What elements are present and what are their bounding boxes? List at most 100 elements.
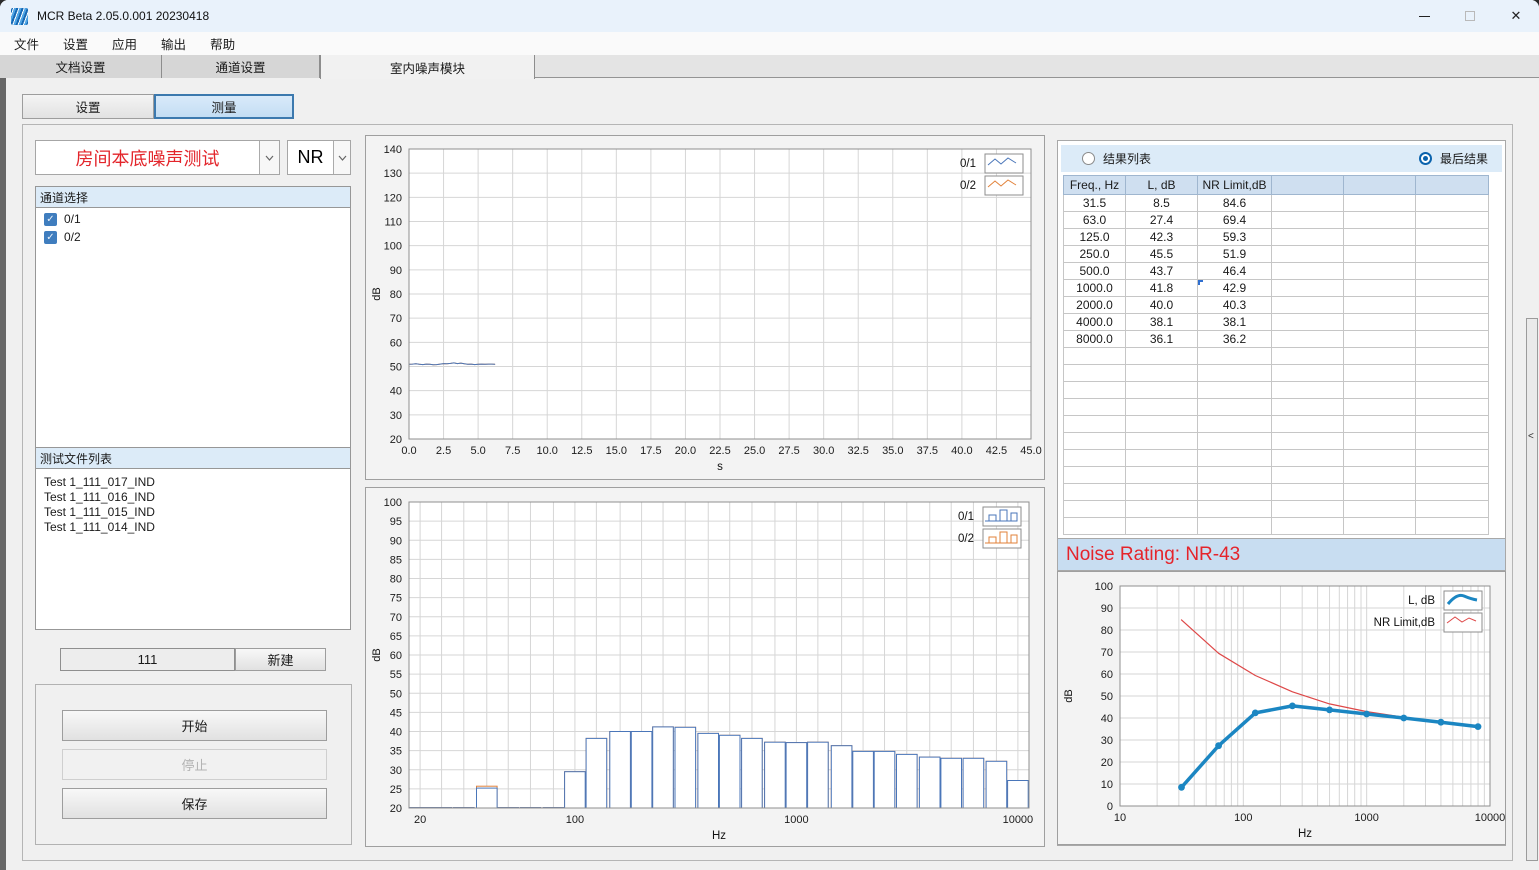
test-file-item[interactable]: Test 1_111_017_IND — [36, 475, 350, 490]
table-row[interactable] — [1064, 348, 1489, 365]
table-cell[interactable] — [1064, 467, 1126, 484]
table-cell[interactable] — [1064, 484, 1126, 501]
table-cell[interactable] — [1416, 212, 1489, 229]
table-cell[interactable] — [1198, 416, 1272, 433]
table-cell[interactable] — [1344, 484, 1416, 501]
table-cell[interactable] — [1126, 433, 1198, 450]
table-cell[interactable]: 36.1 — [1126, 331, 1198, 348]
table-row[interactable] — [1064, 450, 1489, 467]
table-cell[interactable] — [1064, 399, 1126, 416]
table-cell[interactable]: 31.5 — [1064, 195, 1126, 212]
table-cell[interactable] — [1416, 331, 1489, 348]
table-row[interactable]: 63.027.469.4 — [1064, 212, 1489, 229]
table-cell[interactable] — [1416, 535, 1489, 536]
table-cell[interactable] — [1272, 365, 1344, 382]
test-file-item[interactable]: Test 1_111_015_IND — [36, 505, 350, 520]
table-cell[interactable] — [1416, 399, 1489, 416]
table-row[interactable]: 2000.040.040.3 — [1064, 297, 1489, 314]
table-cell[interactable] — [1272, 314, 1344, 331]
table-cell[interactable] — [1344, 314, 1416, 331]
results-list-radio[interactable] — [1082, 152, 1095, 165]
table-cell[interactable]: 1000.0 — [1064, 280, 1126, 297]
table-cell[interactable] — [1126, 382, 1198, 399]
chevron-down-icon[interactable] — [259, 141, 279, 174]
table-row[interactable]: 250.045.551.9 — [1064, 246, 1489, 263]
table-cell[interactable] — [1272, 297, 1344, 314]
table-row[interactable] — [1064, 365, 1489, 382]
table-row[interactable] — [1064, 535, 1489, 536]
table-cell[interactable] — [1064, 501, 1126, 518]
table-cell[interactable]: 36.2 — [1198, 331, 1272, 348]
table-cell[interactable] — [1416, 450, 1489, 467]
menu-item-settings[interactable]: 设置 — [51, 32, 100, 55]
table-cell[interactable] — [1344, 280, 1416, 297]
table-cell[interactable] — [1416, 518, 1489, 535]
table-cell[interactable]: 40.3 — [1198, 297, 1272, 314]
table-cell[interactable] — [1198, 348, 1272, 365]
table-row[interactable]: 125.042.359.3 — [1064, 229, 1489, 246]
table-cell[interactable] — [1344, 467, 1416, 484]
tab-document-settings[interactable]: 文档设置 — [0, 55, 162, 78]
table-cell[interactable] — [1416, 195, 1489, 212]
table-cell[interactable] — [1344, 433, 1416, 450]
right-collapse-handle[interactable]: < — [1526, 318, 1538, 861]
table-row[interactable] — [1064, 399, 1489, 416]
table-cell[interactable] — [1272, 450, 1344, 467]
table-cell[interactable] — [1272, 416, 1344, 433]
table-cell[interactable]: 69.4 — [1198, 212, 1272, 229]
menu-item-output[interactable]: 输出 — [149, 32, 198, 55]
menu-item-file[interactable]: 文件 — [2, 32, 51, 55]
table-cell[interactable] — [1198, 484, 1272, 501]
table-cell[interactable] — [1198, 382, 1272, 399]
table-cell[interactable] — [1344, 263, 1416, 280]
table-row[interactable] — [1064, 501, 1489, 518]
stop-button[interactable]: 停止 — [62, 749, 327, 780]
table-cell[interactable] — [1344, 331, 1416, 348]
last-result-radio[interactable] — [1419, 152, 1432, 165]
table-cell[interactable] — [1064, 518, 1126, 535]
start-button[interactable]: 开始 — [62, 710, 327, 741]
table-cell[interactable] — [1272, 433, 1344, 450]
table-row[interactable] — [1064, 382, 1489, 399]
table-cell[interactable] — [1198, 501, 1272, 518]
subtab-settings[interactable]: 设置 — [22, 94, 154, 119]
table-cell[interactable] — [1064, 433, 1126, 450]
maximize-button[interactable] — [1447, 0, 1493, 32]
tab-channel-settings[interactable]: 通道设置 — [162, 55, 320, 78]
table-cell[interactable] — [1272, 399, 1344, 416]
table-cell[interactable]: 46.4 — [1198, 263, 1272, 280]
table-cell[interactable] — [1344, 297, 1416, 314]
tab-room-noise-module[interactable]: 室内噪声模块 — [320, 55, 535, 79]
table-cell[interactable]: 45.5 — [1126, 246, 1198, 263]
table-cell[interactable] — [1126, 535, 1198, 536]
table-cell[interactable]: 41.8 — [1126, 280, 1198, 297]
rating-type-select[interactable]: NR — [287, 140, 351, 175]
table-cell[interactable] — [1272, 382, 1344, 399]
table-cell[interactable]: 2000.0 — [1064, 297, 1126, 314]
table-cell[interactable] — [1416, 229, 1489, 246]
subtab-measure[interactable]: 测量 — [154, 94, 294, 119]
new-button[interactable]: 新建 — [235, 648, 326, 671]
minimize-button[interactable] — [1401, 0, 1447, 32]
close-button[interactable]: ✕ — [1493, 0, 1539, 32]
table-cell[interactable] — [1272, 467, 1344, 484]
table-row[interactable] — [1064, 467, 1489, 484]
checkbox-checked-icon[interactable]: ✓ — [44, 213, 57, 226]
table-cell[interactable] — [1064, 416, 1126, 433]
table-row[interactable]: 8000.036.136.2 — [1064, 331, 1489, 348]
table-cell[interactable] — [1126, 501, 1198, 518]
table-row[interactable]: 4000.038.138.1 — [1064, 314, 1489, 331]
table-cell[interactable] — [1344, 450, 1416, 467]
table-cell[interactable]: 125.0 — [1064, 229, 1126, 246]
table-row[interactable]: 500.043.746.4 — [1064, 263, 1489, 280]
table-cell[interactable] — [1272, 348, 1344, 365]
table-cell[interactable] — [1272, 535, 1344, 536]
table-cell[interactable] — [1198, 433, 1272, 450]
table-cell[interactable]: 63.0 — [1064, 212, 1126, 229]
table-cell[interactable] — [1198, 467, 1272, 484]
table-cell[interactable] — [1416, 280, 1489, 297]
table-cell[interactable] — [1416, 433, 1489, 450]
table-row[interactable] — [1064, 433, 1489, 450]
table-cell[interactable] — [1344, 229, 1416, 246]
table-cell[interactable]: 51.9 — [1198, 246, 1272, 263]
